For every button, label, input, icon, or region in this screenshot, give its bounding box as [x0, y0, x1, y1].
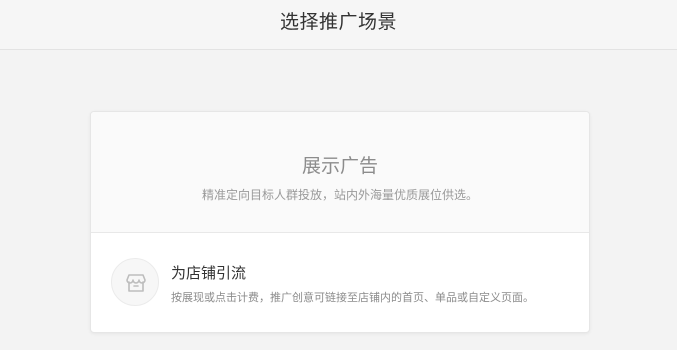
card-header: 展示广告 精准定向目标人群投放，站内外海量优质展位供选。 [91, 112, 589, 233]
top-header: 选择推广场景 [0, 0, 677, 50]
card-title: 展示广告 [301, 155, 378, 177]
ad-type-card: 展示广告 精准定向目标人群投放，站内外海量优质展位供选。 为店铺引流 按展现或点… [90, 111, 590, 333]
page-title: 选择推广场景 [279, 11, 397, 33]
option-store-traffic[interactable]: 为店铺引流 按展现或点击计费，推广创意可链接至店铺内的首页、单品或自定义页面。 [91, 233, 589, 332]
card-subtitle: 精准定向目标人群投放，站内外海量优质展位供选。 [201, 188, 478, 202]
option-description: 按展现或点击计费，推广创意可链接至店铺内的首页、单品或自定义页面。 [171, 291, 534, 304]
option-title: 为店铺引流 [171, 264, 247, 282]
store-icon [111, 258, 159, 306]
